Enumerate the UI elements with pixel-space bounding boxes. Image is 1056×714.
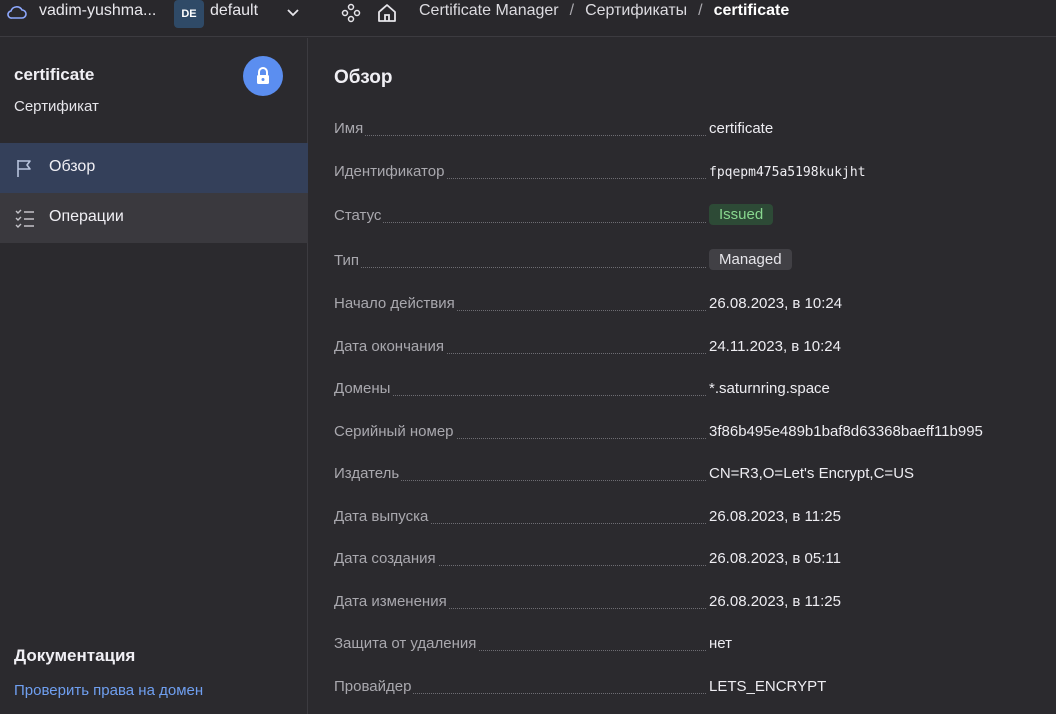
- field-label: Издатель: [334, 465, 402, 482]
- top-bar: vadim-yushma... DE default Certificate M…: [0, 0, 1056, 37]
- field-row-id: Идентификатор fpqepm475a5198kukjht: [334, 163, 1034, 187]
- field-label: Статус: [334, 207, 384, 224]
- certificate-lock-icon: [243, 56, 283, 96]
- overview-panel: Обзор Имя certificate Идентификатор fpqe…: [309, 38, 1056, 714]
- cloud-name[interactable]: vadim-yushma...: [39, 2, 156, 20]
- status-badge: Issued: [709, 204, 774, 225]
- services-icon[interactable]: [341, 3, 361, 23]
- field-label: Идентификатор: [334, 163, 447, 180]
- field-value-status: Issued: [709, 204, 774, 228]
- field-row-issuer: Издатель CN=R3,O=Let's Encrypt,C=US: [334, 465, 1034, 489]
- field-row-not-before: Начало действия 26.08.2023, в 10:24: [334, 295, 1034, 319]
- checklist-icon: [15, 209, 34, 228]
- breadcrumb-current: certificate: [713, 2, 790, 19]
- field-value-issued-at: 26.08.2023, в 11:25: [709, 508, 841, 525]
- field-label: Защита от удаления: [334, 635, 479, 652]
- field-row-status: Статус Issued: [334, 204, 1034, 231]
- sidebar-item-label: Обзор: [49, 158, 96, 175]
- page-title: Обзор: [334, 67, 393, 88]
- breadcrumb-separator: /: [569, 2, 575, 19]
- field-row-name: Имя certificate: [334, 120, 1034, 144]
- breadcrumb-service[interactable]: Certificate Manager: [419, 2, 559, 19]
- field-value-issuer: CN=R3,O=Let's Encrypt,C=US: [709, 465, 915, 482]
- field-label: Дата выпуска: [334, 508, 431, 525]
- field-label: Домены: [334, 380, 393, 397]
- dotted-leader: [334, 135, 706, 136]
- folder-name[interactable]: default: [210, 2, 258, 20]
- sidebar-item-operations[interactable]: Операции: [0, 193, 308, 243]
- documentation-heading: Документация: [14, 646, 136, 665]
- resource-type: Сертификат: [14, 98, 99, 115]
- dotted-leader: [334, 222, 706, 223]
- cloud-icon[interactable]: [6, 3, 28, 21]
- field-label: Начало действия: [334, 295, 457, 312]
- field-label: Дата создания: [334, 550, 438, 567]
- field-label: Провайдер: [334, 678, 414, 695]
- field-label: Тип: [334, 252, 362, 269]
- field-row-type: Тип Managed: [334, 249, 1034, 276]
- dotted-leader: [334, 267, 706, 268]
- field-row-issued-at: Дата выпуска 26.08.2023, в 11:25: [334, 508, 1034, 532]
- field-label: Дата изменения: [334, 593, 449, 610]
- field-row-updated-at: Дата изменения 26.08.2023, в 11:25: [334, 593, 1034, 617]
- field-value-domains: *.saturnring.space: [709, 380, 830, 397]
- field-row-domains: Домены *.saturnring.space: [334, 380, 1034, 404]
- field-label: Серийный номер: [334, 423, 456, 440]
- field-value-name: certificate: [709, 120, 774, 137]
- field-value-provider: LETS_ENCRYPT: [709, 678, 827, 695]
- field-value-created-at: 26.08.2023, в 05:11: [709, 550, 841, 567]
- field-value-not-before: 26.08.2023, в 10:24: [709, 295, 843, 312]
- field-value-deletion-protection: нет: [709, 635, 732, 652]
- field-row-serial: Серийный номер 3f86b495e489b1baf8d63368b…: [334, 423, 1034, 447]
- field-row-deletion-protection: Защита от удаления нет: [334, 635, 1034, 659]
- resource-title: certificate: [14, 65, 95, 84]
- field-value-updated-at: 26.08.2023, в 11:25: [709, 593, 841, 610]
- field-value-serial: 3f86b495e489b1baf8d63368baeff11b995: [709, 423, 983, 440]
- sidebar-item-label: Операции: [49, 208, 124, 225]
- sidebar-item-overview[interactable]: Обзор: [0, 143, 308, 193]
- breadcrumb-section[interactable]: Сертификаты: [585, 2, 687, 19]
- chevron-down-icon[interactable]: [285, 6, 301, 20]
- field-label: Имя: [334, 120, 366, 137]
- field-label: Дата окончания: [334, 338, 447, 355]
- field-value-type: Managed: [709, 249, 792, 273]
- folder-badge[interactable]: DE: [174, 0, 204, 28]
- sidebar: certificate Сертификат Обзор Операции До…: [0, 38, 308, 714]
- check-domain-rights-link[interactable]: Проверить права на домен: [14, 682, 203, 699]
- breadcrumb-separator: /: [698, 2, 703, 19]
- home-icon[interactable]: [376, 2, 398, 24]
- field-value-id: fpqepm475a5198kukjht: [709, 165, 866, 180]
- field-row-created-at: Дата создания 26.08.2023, в 05:11: [334, 550, 1034, 574]
- breadcrumb: Certificate Manager / Сертификаты / certific…: [419, 2, 789, 20]
- flag-icon: [17, 160, 31, 177]
- field-value-not-after: 24.11.2023, в 10:24: [709, 338, 841, 355]
- type-badge: Managed: [709, 249, 792, 270]
- field-row-provider: Провайдер LETS_ENCRYPT: [334, 678, 1034, 702]
- field-row-not-after: Дата окончания 24.11.2023, в 10:24: [334, 338, 1034, 362]
